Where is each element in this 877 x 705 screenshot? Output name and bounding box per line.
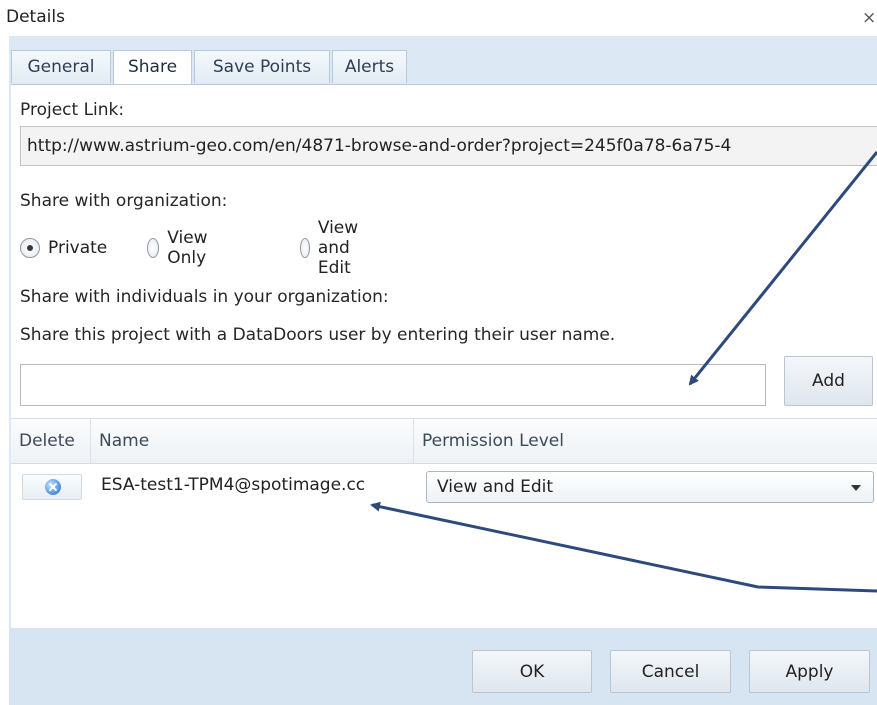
project-link-field[interactable]: http://www.astrium-geo.com/en/4871-brows…: [20, 126, 877, 166]
grid-header: Delete Name Permission Level: [11, 419, 877, 464]
column-delete[interactable]: Delete: [11, 419, 91, 463]
username-input[interactable]: [20, 364, 766, 406]
radio-view-only-label: View Only: [167, 228, 208, 268]
apply-button[interactable]: Apply: [749, 650, 870, 693]
share-organization-label: Share with organization:: [20, 191, 228, 211]
table-row: ESA-test1-TPM4@spotimage.cc View and Edi…: [11, 465, 877, 503]
delete-x-icon: [45, 479, 61, 495]
cancel-button[interactable]: Cancel: [610, 650, 731, 693]
radio-private-circle[interactable]: [20, 238, 40, 258]
column-permission-level[interactable]: Permission Level: [414, 419, 877, 463]
title-bar: Details ×: [0, 0, 877, 36]
column-name[interactable]: Name: [91, 419, 414, 463]
tab-save-points[interactable]: Save Points: [194, 50, 330, 83]
tab-general[interactable]: General: [11, 50, 111, 83]
tab-share[interactable]: Share: [113, 50, 192, 85]
share-individuals-label: Share with individuals in your organizat…: [20, 287, 389, 307]
radio-view-only[interactable]: View Only: [147, 228, 215, 268]
radio-view-and-edit[interactable]: View and Edit: [300, 218, 368, 278]
share-grid: Delete Name Permission Level ESA-test1-T…: [11, 418, 877, 629]
permission-level-value: View and Edit: [437, 477, 554, 497]
radio-view-and-edit-circle[interactable]: [300, 238, 310, 258]
radio-private[interactable]: Private: [20, 235, 107, 261]
dialog-footer: [9, 628, 877, 705]
add-button[interactable]: Add: [784, 356, 873, 406]
close-icon[interactable]: ×: [862, 8, 876, 28]
delete-row-button[interactable]: [22, 474, 82, 500]
user-name-cell: ESA-test1-TPM4@spotimage.cc: [101, 475, 366, 495]
chevron-down-icon: [851, 485, 861, 491]
tab-alerts[interactable]: Alerts: [332, 50, 407, 83]
permission-level-select[interactable]: View and Edit: [426, 471, 874, 503]
project-link-label: Project Link:: [20, 100, 125, 120]
radio-view-only-circle[interactable]: [147, 238, 160, 258]
dialog-title: Details: [6, 7, 65, 27]
share-instruction: Share this project with a DataDoors user…: [20, 325, 616, 345]
ok-button[interactable]: OK: [472, 650, 592, 693]
radio-view-and-edit-label: View and Edit: [317, 218, 359, 278]
radio-private-label: Private: [48, 238, 108, 258]
